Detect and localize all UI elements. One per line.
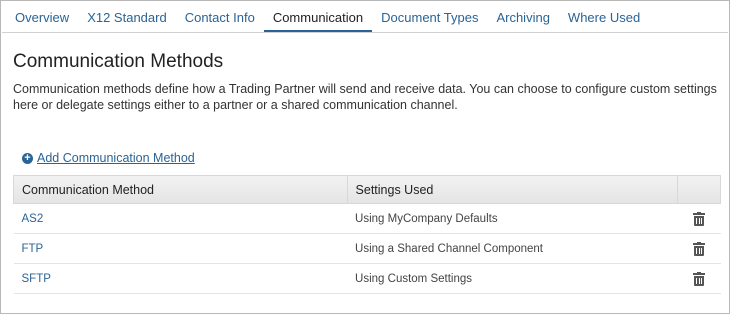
trash-icon[interactable] bbox=[693, 241, 706, 256]
table-header-row: Communication Method Settings Used bbox=[13, 175, 721, 204]
tab-where-used[interactable]: Where Used bbox=[559, 2, 649, 32]
add-communication-method-link[interactable]: + Add Communication Method bbox=[22, 151, 195, 165]
tab-x12-standard[interactable]: X12 Standard bbox=[78, 2, 176, 32]
tab-bar: Overview X12 Standard Contact Info Commu… bbox=[2, 2, 728, 33]
tab-archiving[interactable]: Archiving bbox=[487, 2, 558, 32]
tab-overview[interactable]: Overview bbox=[6, 2, 78, 32]
page-title: Communication Methods bbox=[13, 51, 224, 72]
table-row: SFTP Using Custom Settings bbox=[13, 263, 721, 294]
add-communication-method-label[interactable]: Add Communication Method bbox=[37, 151, 195, 165]
page-description: Communication methods define how a Tradi… bbox=[13, 82, 717, 112]
tab-communication[interactable]: Communication bbox=[263, 2, 373, 32]
trash-icon[interactable] bbox=[693, 211, 706, 226]
column-header-method[interactable]: Communication Method bbox=[13, 175, 348, 204]
settings-cell: Using Custom Settings bbox=[347, 263, 678, 294]
method-cell[interactable]: FTP bbox=[13, 233, 348, 264]
plus-circle-icon: + bbox=[22, 152, 33, 164]
column-header-actions bbox=[677, 175, 721, 204]
tab-document-types[interactable]: Document Types bbox=[372, 2, 487, 32]
column-header-settings[interactable]: Settings Used bbox=[346, 175, 679, 204]
table-row: FTP Using a Shared Channel Component bbox=[13, 233, 721, 264]
method-cell[interactable]: AS2 bbox=[13, 203, 348, 234]
table-row: AS2 Using MyCompany Defaults bbox=[13, 203, 721, 234]
tab-contact-info[interactable]: Contact Info bbox=[176, 2, 264, 32]
delete-button[interactable] bbox=[677, 263, 721, 294]
delete-button[interactable] bbox=[677, 203, 721, 234]
settings-cell: Using MyCompany Defaults bbox=[347, 203, 678, 234]
method-cell[interactable]: SFTP bbox=[13, 263, 348, 294]
communication-methods-table: Communication Method Settings Used AS2 U… bbox=[13, 175, 721, 294]
trash-icon[interactable] bbox=[693, 271, 706, 286]
settings-cell: Using a Shared Channel Component bbox=[347, 233, 678, 264]
delete-button[interactable] bbox=[677, 233, 721, 264]
trading-partner-panel: Overview X12 Standard Contact Info Commu… bbox=[0, 0, 730, 314]
